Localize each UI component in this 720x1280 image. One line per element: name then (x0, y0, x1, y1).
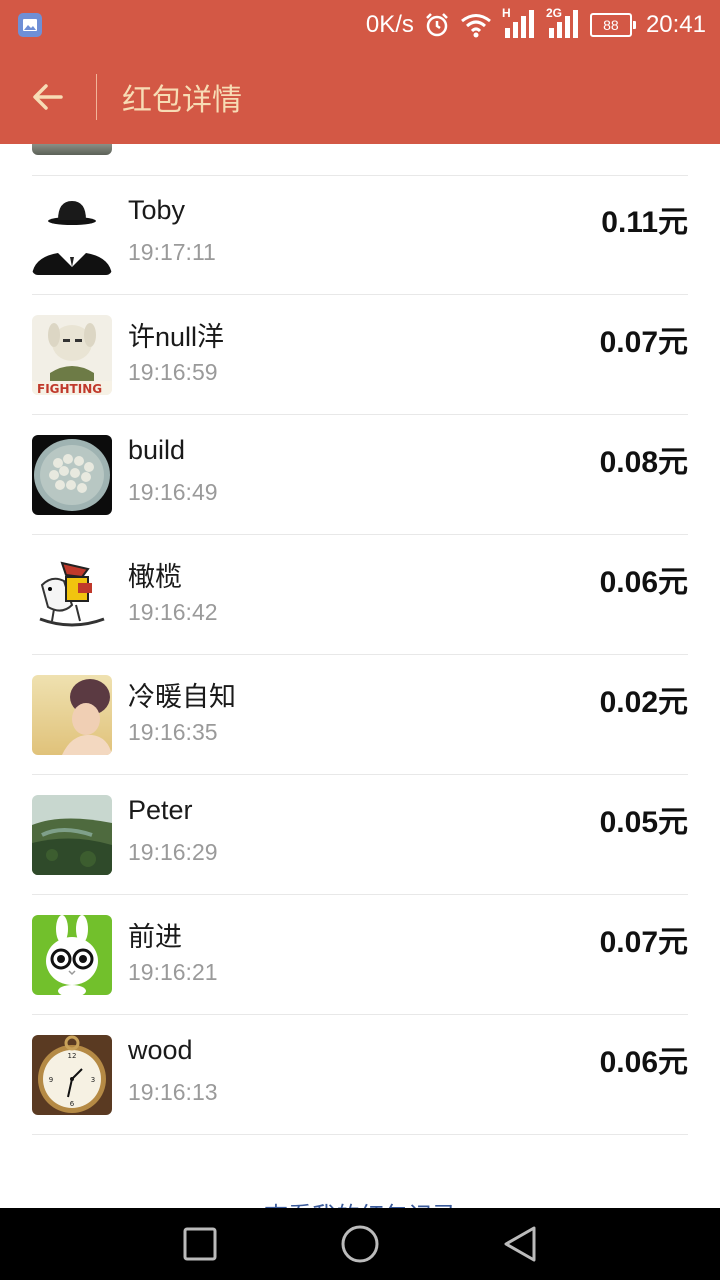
signal-2g-icon: 2G (546, 6, 580, 40)
amount: 0.02元 (599, 686, 688, 719)
list-item[interactable]: Peter 19:16:29 0.05元 (32, 775, 688, 895)
list-item[interactable]: build 19:16:49 0.08元 (32, 415, 688, 535)
svg-text:FIGHTING: FIGHTING (37, 382, 102, 395)
net-speed: 0K/s (365, 11, 414, 38)
list-item[interactable]: FIGHTING 许null洋 19:16:59 0.07元 (32, 295, 688, 415)
member-name: Peter (128, 795, 193, 825)
home-button[interactable] (320, 1208, 400, 1280)
list-item[interactable]: 前进 19:16:21 0.07元 (32, 895, 688, 1015)
receive-time: 19:16:35 (128, 719, 218, 745)
receive-time: 19:16:21 (128, 959, 218, 985)
wifi-icon (460, 12, 492, 38)
svg-text:9: 9 (49, 1076, 53, 1084)
receive-time: 19:16:13 (128, 1079, 218, 1105)
receive-time: 19:16:59 (128, 359, 218, 385)
svg-text:3: 3 (91, 1076, 95, 1084)
amount: 0.06元 (599, 566, 688, 599)
amount: 0.06元 (599, 1046, 688, 1079)
member-name: 冷暖自知 (128, 682, 236, 712)
list-item[interactable]: 橄榄 19:16:42 0.06元 (32, 535, 688, 655)
avatar (32, 795, 112, 875)
member-name: 橄榄 (128, 562, 182, 592)
title-divider (96, 74, 97, 120)
amount: 0.11元 (601, 206, 688, 239)
list-item[interactable]: 12 3 6 9 wood 19:16:13 0.06元 (32, 1015, 688, 1135)
page-title: 红包详情 (122, 84, 242, 117)
avatar (32, 675, 112, 755)
svg-text:6: 6 (70, 1100, 75, 1108)
member-name: build (128, 435, 186, 465)
amount: 0.08元 (599, 446, 688, 479)
navigation-bar (0, 1208, 720, 1280)
list-item[interactable]: Toby 19:17:11 0.11元 (32, 175, 688, 295)
signal-h-icon: H (502, 6, 536, 40)
member-name: Toby (128, 195, 186, 225)
member-name: 前进 (128, 922, 182, 952)
receive-time: 19:16:29 (128, 839, 218, 865)
member-name: 许null洋 (128, 322, 225, 352)
triangle-back-icon (504, 1226, 536, 1262)
avatar (32, 915, 112, 995)
gallery-notification-icon (18, 13, 42, 37)
avatar (32, 555, 112, 635)
status-bar: 0K/s H 2G 88 20:41 (0, 0, 720, 50)
record-list[interactable]: Toby 19:17:11 0.11元 FIGHTING 许null洋 19:1… (0, 144, 720, 1208)
list-item-partial (32, 144, 688, 176)
title-bar: 红包详情 (0, 50, 720, 144)
back-button[interactable] (0, 50, 96, 144)
amount: 0.07元 (599, 326, 688, 359)
square-icon (183, 1227, 217, 1261)
svg-text:12: 12 (68, 1052, 77, 1060)
amount: 0.05元 (599, 806, 688, 839)
avatar: FIGHTING (32, 315, 112, 395)
avatar (32, 195, 112, 275)
avatar: 12 3 6 9 (32, 1035, 112, 1115)
circle-icon (341, 1225, 379, 1263)
alarm-icon (424, 12, 450, 38)
receive-time: 19:17:11 (128, 239, 216, 265)
receive-time: 19:16:49 (128, 479, 218, 505)
avatar (32, 144, 112, 155)
list-item[interactable]: 冷暖自知 19:16:35 0.02元 (32, 655, 688, 775)
battery-icon: 88 (589, 13, 636, 37)
back-nav-button[interactable] (480, 1208, 560, 1280)
my-records-link[interactable]: 查看我的红包记录 (0, 1196, 720, 1208)
receive-time: 19:16:42 (128, 599, 218, 625)
amount: 0.07元 (599, 926, 688, 959)
avatar (32, 435, 112, 515)
member-name: wood (128, 1035, 193, 1065)
recents-button[interactable] (160, 1208, 240, 1280)
back-arrow-icon (33, 84, 63, 110)
clock: 20:41 (645, 11, 706, 38)
